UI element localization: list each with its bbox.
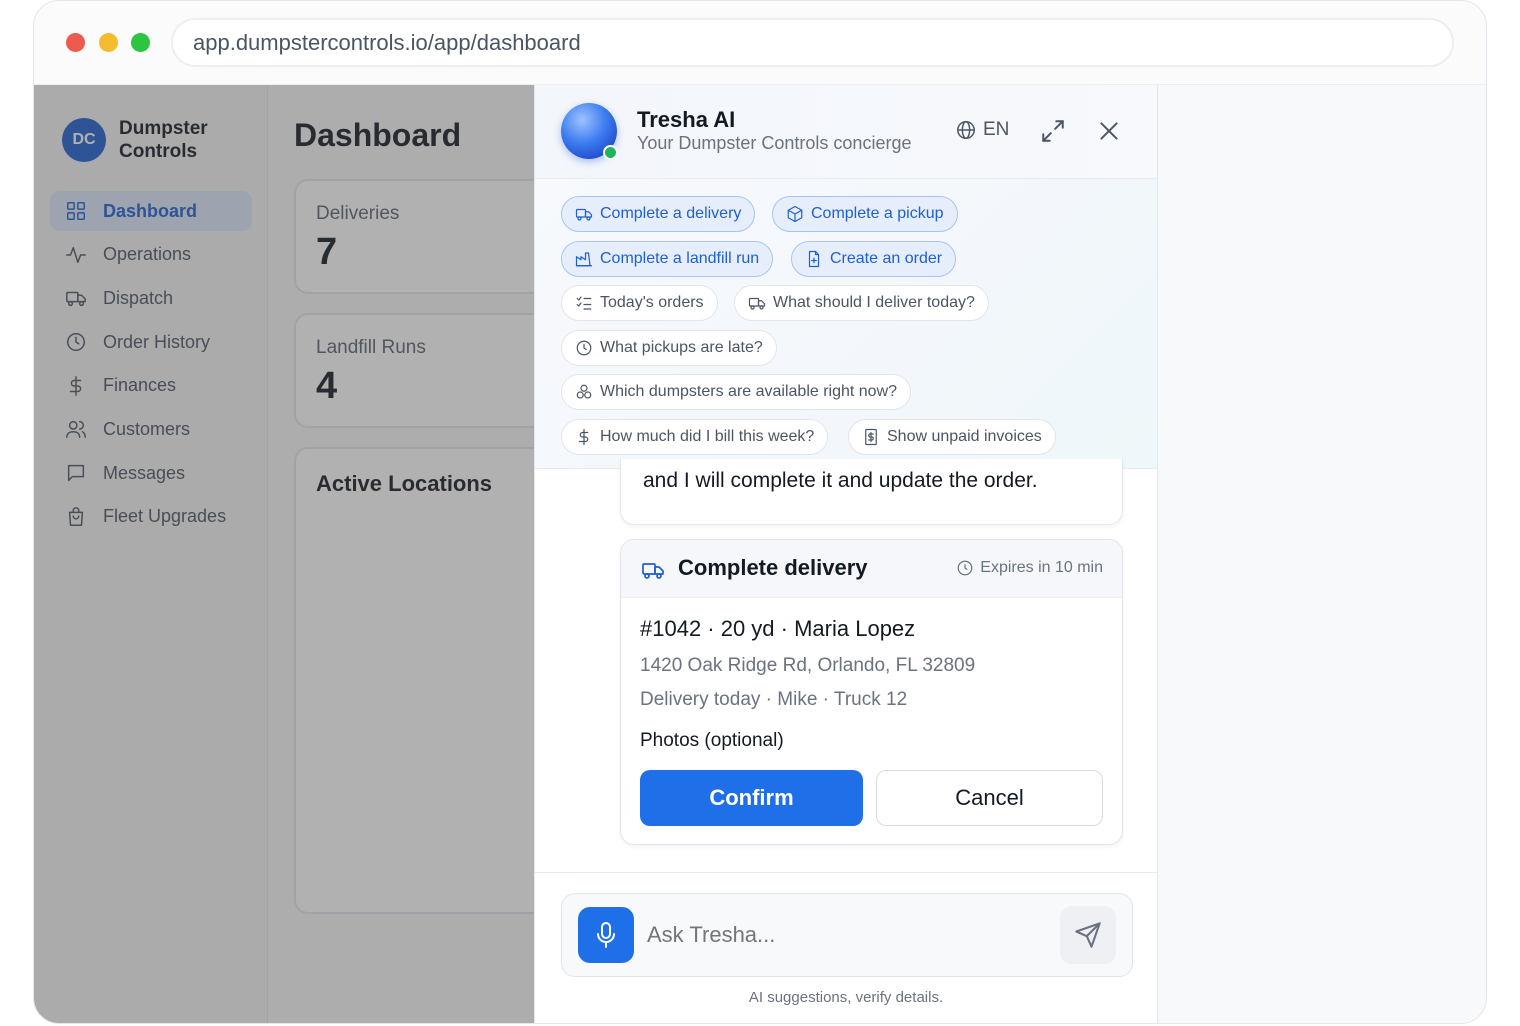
assistant-header: Tresha AI Your Dumpster Controls concier… — [535, 85, 1157, 179]
ai-disclaimer: AI suggestions, verify details. — [748, 989, 944, 1006]
suggestion-chips: Complete a delivery Complete a pickup Co… — [535, 179, 1157, 469]
address-bar[interactable]: app.dumpstercontrols.io/app/dashboard — [171, 18, 1454, 67]
chip-complete-landfill-run[interactable]: Complete a landfill run — [561, 241, 774, 277]
chip-label: How much did I bill this week? — [600, 428, 815, 445]
chip-create-order[interactable]: Create an order — [791, 241, 957, 277]
close-icon — [1100, 122, 1118, 140]
chip-label: Today's orders — [600, 294, 704, 311]
chip-label: Create an order — [830, 250, 943, 267]
maximize-window-button[interactable] — [131, 33, 150, 52]
order-address: 1420 Oak Ridge Rd, Orlando, FL 32809 — [640, 655, 976, 676]
dollar-icon — [578, 428, 589, 446]
chip-label: What pickups are late? — [600, 339, 763, 356]
order-schedule: Delivery today · Mike · Truck 12 — [640, 689, 908, 710]
clock-icon — [957, 560, 973, 576]
chip-label: Show unpaid invoices — [887, 428, 1042, 445]
composer-area: AI suggestions, verify details. — [535, 872, 1157, 1023]
truck-icon — [748, 297, 766, 310]
truck-icon — [642, 563, 664, 579]
chip-todays-orders[interactable]: Today's orders — [561, 285, 718, 321]
cancel-button[interactable]: Cancel — [876, 770, 1103, 826]
file-plus-icon — [808, 250, 820, 268]
chip-label: Which dumpsters are available right now? — [600, 383, 898, 400]
action-confirmation-card: Complete delivery Expires in 10 min #104… — [620, 539, 1123, 845]
chat-input[interactable] — [647, 922, 1027, 948]
chip-label: What should I deliver today? — [773, 294, 975, 311]
expand-icon — [1042, 120, 1064, 142]
modal-backdrop[interactable] — [34, 85, 534, 1023]
chip-weekly-billing[interactable]: How much did I bill this week? — [561, 419, 829, 455]
boxes-icon — [576, 384, 592, 399]
package-icon — [787, 205, 803, 223]
close-panel-button[interactable] — [1096, 118, 1122, 144]
action-card-header: Complete delivery Expires in 10 min — [621, 540, 1122, 598]
language-label: EN — [983, 119, 1010, 140]
chat-thread[interactable]: and I will complete it and update the or… — [535, 459, 1157, 872]
confirm-button[interactable]: Confirm — [640, 770, 863, 826]
expand-button[interactable] — [1040, 118, 1066, 144]
expiry-text: Expires in 10 min — [980, 559, 1103, 576]
online-status-dot — [603, 145, 618, 160]
close-window-button[interactable] — [66, 33, 85, 52]
globe-icon — [957, 121, 975, 139]
assistant-name: Tresha AI — [637, 107, 736, 132]
minimize-window-button[interactable] — [99, 33, 118, 52]
factory-icon — [575, 252, 593, 267]
chip-complete-pickup[interactable]: Complete a pickup — [772, 196, 958, 232]
chip-complete-delivery[interactable]: Complete a delivery — [561, 196, 756, 232]
chip-late-pickups[interactable]: What pickups are late? — [561, 330, 777, 366]
chip-label: Complete a pickup — [811, 205, 944, 222]
browser-window: app.dumpstercontrols.io/app/dashboard DC… — [33, 0, 1487, 1024]
order-summary: #1042 · 20 yd · Maria Lopez — [640, 616, 916, 641]
expiry-label: Expires in 10 min — [956, 559, 1103, 577]
voice-input-button[interactable] — [578, 907, 634, 963]
chip-available-dumpsters[interactable]: Which dumpsters are available right now? — [561, 374, 912, 410]
composer — [561, 893, 1133, 977]
send-icon — [1075, 922, 1101, 948]
chip-what-to-deliver[interactable]: What should I deliver today? — [734, 285, 989, 321]
assistant-panel: Tresha AI Your Dumpster Controls concier… — [534, 85, 1158, 1023]
send-button[interactable] — [1060, 906, 1116, 964]
assistant-message: and I will complete it and update the or… — [620, 459, 1123, 525]
list-checks-icon — [576, 296, 592, 310]
action-card-title: Complete delivery — [678, 555, 868, 580]
chip-label: Complete a delivery — [600, 205, 742, 222]
language-selector[interactable]: EN — [955, 119, 1009, 141]
photos-label: Photos (optional) — [640, 730, 784, 751]
assistant-subtitle: Your Dumpster Controls concierge — [637, 133, 912, 153]
browser-titlebar: app.dumpstercontrols.io/app/dashboard — [34, 1, 1486, 85]
chip-label: Complete a landfill run — [600, 250, 760, 267]
clock-icon — [576, 340, 592, 356]
chip-unpaid-invoices[interactable]: Show unpaid invoices — [848, 419, 1056, 455]
receipt-icon — [865, 428, 877, 446]
microphone-icon — [597, 922, 615, 948]
truck-icon — [575, 208, 593, 221]
